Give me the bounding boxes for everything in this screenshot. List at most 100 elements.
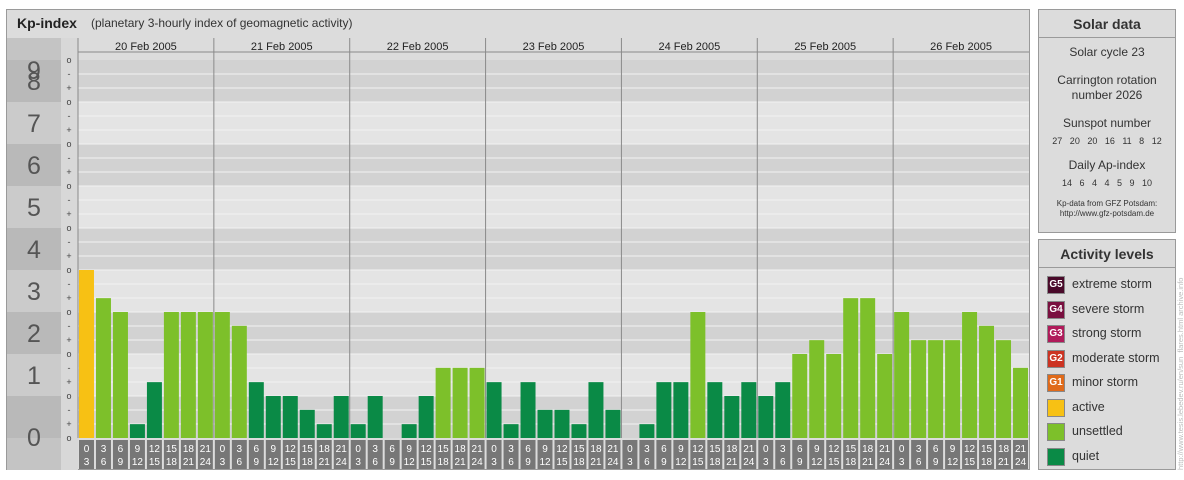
- kp-bar: [146, 382, 162, 438]
- sub-tick-label: +: [66, 167, 71, 177]
- hour-end-label: 6: [780, 457, 786, 468]
- hour-start-label: 21: [879, 444, 891, 455]
- kp-bar: [656, 382, 672, 438]
- kp-bar: [350, 424, 366, 438]
- hour-start-label: 6: [661, 444, 667, 455]
- y-tick-label: 9: [27, 57, 41, 85]
- kp-band-6: [78, 144, 1029, 186]
- hour-start-label: 3: [372, 444, 378, 455]
- y-tick-label: 1: [27, 362, 41, 390]
- hour-start-label: 9: [406, 444, 412, 455]
- hour-end-label: 24: [743, 457, 755, 468]
- hour-start-label: 0: [763, 444, 769, 455]
- kp-bar: [367, 396, 383, 438]
- kp-bar: [707, 382, 723, 438]
- sub-tick-label: -: [68, 69, 71, 79]
- y-tick-label: 4: [27, 236, 41, 264]
- kp-bar: [435, 367, 451, 438]
- kp-bar: [554, 409, 570, 438]
- hour-end-label: 24: [607, 457, 619, 468]
- legend-item-quiet: quiet: [1047, 447, 1173, 468]
- hour-end-label: 6: [372, 457, 378, 468]
- hour-start-label: 3: [508, 444, 514, 455]
- solar-data-title: Solar data: [1039, 10, 1175, 38]
- kp-bar: [520, 382, 536, 438]
- kp-bar: [333, 396, 349, 438]
- y-tick-label: 3: [27, 278, 41, 306]
- hour-start-label: 18: [319, 444, 331, 455]
- legend-item-minor-storm: G1 minor storm: [1047, 374, 1173, 394]
- kp-bar: [248, 382, 264, 438]
- hour-end-label: 24: [1015, 457, 1027, 468]
- legend-label: extreme storm: [1072, 277, 1152, 291]
- sub-tick-label: +: [66, 377, 71, 387]
- hour-end-label: 21: [862, 457, 874, 468]
- kp-bar: [197, 312, 213, 438]
- sub-tick-label: +: [66, 419, 71, 429]
- hour-end-label: 9: [389, 457, 395, 468]
- hour-end-label: 24: [879, 457, 891, 468]
- legend-label: minor storm: [1072, 375, 1138, 389]
- hour-start-label: 6: [254, 444, 260, 455]
- sub-tick-label: +: [66, 251, 71, 261]
- hour-start-label: 12: [556, 444, 568, 455]
- legend-item-moderate-storm: G2 moderate storm: [1047, 349, 1173, 370]
- hour-end-label: 12: [132, 457, 144, 468]
- legend-label: quiet: [1072, 448, 1100, 463]
- hour-start-label: 21: [743, 444, 755, 455]
- legend-label: severe storm: [1072, 301, 1145, 316]
- ap-index-values: 14 6 4 4 5 9 10: [1061, 178, 1153, 188]
- kp-bar: [826, 354, 842, 438]
- kp-band-4: [78, 228, 1029, 270]
- kp-bar: [265, 396, 281, 438]
- hour-start-label: 12: [285, 444, 297, 455]
- y-tick-label: 7: [27, 110, 41, 138]
- sub-tick-label: o: [66, 139, 71, 149]
- hour-end-label: 24: [336, 457, 348, 468]
- day-label: 20 Feb 2005: [115, 41, 177, 53]
- kp-bar: [112, 312, 128, 438]
- legend-swatch: G2: [1047, 349, 1065, 368]
- hour-start-label: 6: [525, 444, 531, 455]
- legend-item-strong-storm: G3 strong storm: [1047, 325, 1173, 345]
- hour-end-label: 18: [709, 457, 721, 468]
- hour-end-label: 3: [627, 457, 633, 468]
- hour-start-label: 9: [814, 444, 820, 455]
- hour-end-label: 15: [964, 457, 976, 468]
- hour-start-label: 0: [899, 444, 905, 455]
- y-tick-label: 6: [27, 152, 41, 180]
- hour-start-label: 12: [828, 444, 840, 455]
- data-source: Kp-data from GFZ Potsdam:: [1056, 199, 1158, 208]
- kp-bar: [1013, 367, 1028, 438]
- kp-bar: [180, 312, 196, 438]
- legend-swatch: G1: [1047, 374, 1065, 392]
- kp-bar: [503, 424, 519, 438]
- kp-bar: [571, 424, 587, 438]
- sub-tick-label: o: [66, 433, 71, 443]
- kp-bar: [401, 424, 417, 438]
- hour-start-label: 15: [845, 444, 857, 455]
- hour-start-label: 3: [916, 444, 922, 455]
- hour-start-label: 21: [472, 444, 484, 455]
- hour-end-label: 18: [166, 457, 178, 468]
- sub-tick-label: o: [66, 181, 71, 191]
- hour-start-label: 0: [491, 444, 497, 455]
- legend-swatch: G4: [1047, 300, 1065, 319]
- hour-end-label: 21: [183, 457, 195, 468]
- kp-bar: [843, 298, 859, 438]
- y-tick-label: 2: [27, 320, 41, 348]
- hour-end-label: 9: [118, 457, 124, 468]
- hour-end-label: 21: [998, 457, 1010, 468]
- sub-tick-label: -: [68, 153, 71, 163]
- sub-tick-label: +: [66, 83, 71, 93]
- kp-bar: [741, 382, 757, 438]
- kp-bar: [758, 396, 774, 438]
- hour-start-label: 18: [998, 444, 1010, 455]
- data-source-link[interactable]: http://www.gfz-potsdam.de: [1039, 209, 1175, 219]
- hour-end-label: 3: [84, 457, 90, 468]
- kp-bar: [690, 312, 706, 438]
- sub-tick-label: o: [66, 265, 71, 275]
- kp-bar: [639, 424, 655, 438]
- kp-bar: [979, 325, 995, 438]
- solar-cycle: Solar cycle 23: [1069, 45, 1145, 59]
